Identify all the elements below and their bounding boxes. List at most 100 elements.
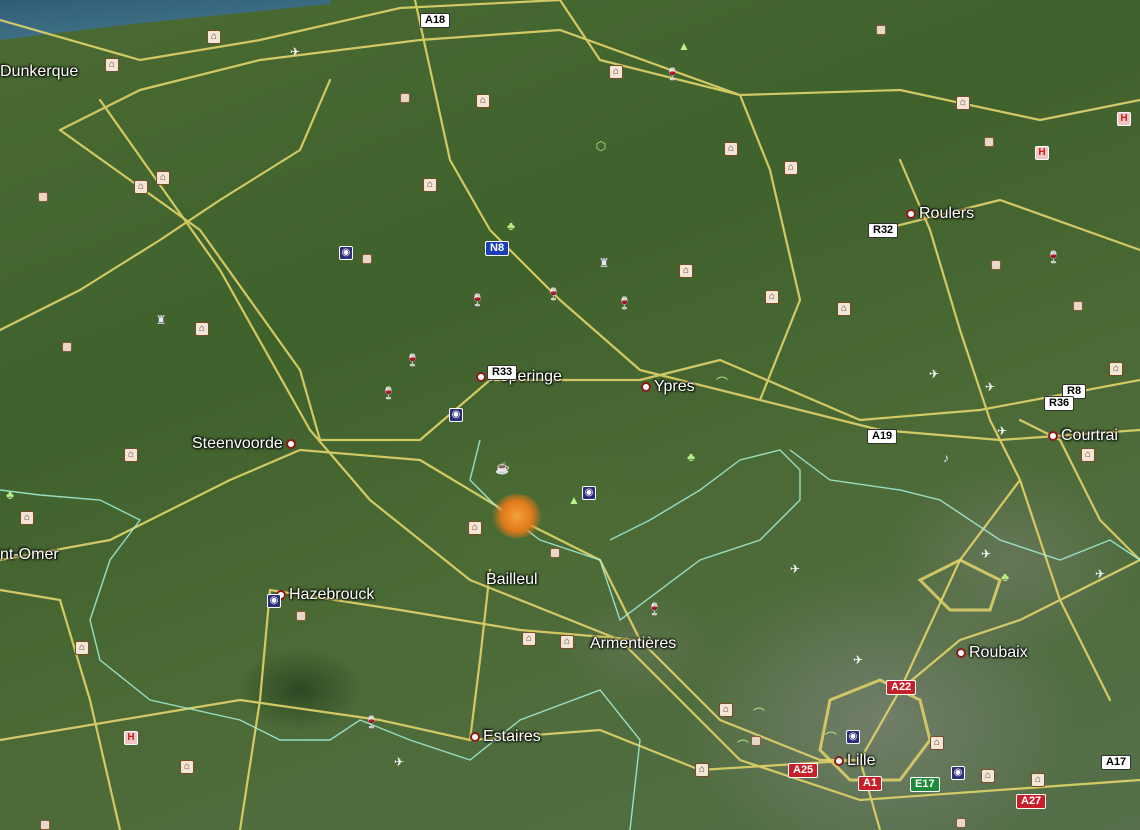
hospital-icon[interactable]: H (124, 731, 138, 745)
park-icon[interactable]: ⌒ (737, 740, 749, 752)
wine-glass-icon[interactable]: 🍷 (405, 354, 420, 366)
airport-icon[interactable]: ✈ (789, 563, 801, 575)
museum-icon[interactable]: ⌂ (765, 290, 779, 304)
wine-glass-icon[interactable]: 🍷 (546, 288, 561, 300)
water-outline-icon[interactable]: ⬡ (595, 140, 607, 152)
city-label-steenvoorde[interactable]: Steenvoorde (192, 435, 296, 453)
museum-icon[interactable]: ⌂ (1109, 362, 1123, 376)
wine-glass-icon[interactable]: 🍷 (470, 294, 485, 306)
museum-icon[interactable]: ⌂ (180, 760, 194, 774)
road-shield-e17[interactable]: E17 (910, 777, 940, 792)
airport-icon[interactable]: ✈ (984, 381, 996, 393)
hospital-icon[interactable]: H (1117, 112, 1131, 126)
museum-icon[interactable]: ⌂ (124, 448, 138, 462)
city-label-dunkerque[interactable]: Dunkerque (0, 63, 78, 81)
museum-icon[interactable]: ⌂ (468, 521, 482, 535)
poi-icon[interactable] (362, 254, 372, 264)
airport-icon[interactable]: ✈ (996, 425, 1008, 437)
poi-icon[interactable] (38, 192, 48, 202)
poi-icon[interactable] (550, 548, 560, 558)
airport-icon[interactable]: ✈ (852, 654, 864, 666)
road-shield-a25[interactable]: A25 (788, 763, 819, 778)
museum-icon[interactable]: ⌂ (207, 30, 221, 44)
museum-icon[interactable]: ⌂ (784, 161, 798, 175)
museum-icon[interactable]: ⌂ (195, 322, 209, 336)
airport-icon[interactable]: ✈ (928, 368, 940, 380)
park-icon[interactable]: ♣ (999, 571, 1011, 583)
museum-icon[interactable]: ⌂ (560, 635, 574, 649)
poi-icon[interactable] (1073, 301, 1083, 311)
poi-icon[interactable] (984, 137, 994, 147)
museum-icon[interactable]: ⌂ (930, 736, 944, 750)
park-icon[interactable]: ♣ (685, 451, 697, 463)
road-shield-a19[interactable]: A19 (867, 429, 898, 444)
road-shield-n8[interactable]: N8 (485, 241, 510, 256)
park-icon[interactable]: ▲ (568, 494, 580, 506)
poi-icon[interactable] (40, 820, 50, 830)
poi-icon[interactable] (956, 818, 966, 828)
airport-icon[interactable]: ✈ (980, 548, 992, 560)
park-icon[interactable]: ♣ (505, 220, 517, 232)
incident-marker[interactable] (492, 494, 542, 538)
wine-glass-icon[interactable]: 🍷 (1046, 251, 1061, 263)
poi-icon[interactable] (400, 93, 410, 103)
museum-icon[interactable]: ⌂ (134, 180, 148, 194)
cafe-icon[interactable]: ☕ (495, 462, 510, 474)
monument-icon[interactable]: ♜ (155, 314, 167, 326)
road-shield-a1[interactable]: A1 (858, 776, 883, 791)
museum-icon[interactable]: ⌂ (75, 641, 89, 655)
poi-icon[interactable] (751, 736, 761, 746)
city-label-armentieres[interactable]: Armentières (590, 635, 676, 653)
music-icon[interactable]: ♪ (940, 452, 952, 464)
city-label-bailleul[interactable]: Bailleul (486, 571, 538, 589)
airport-icon[interactable]: ✈ (393, 756, 405, 768)
museum-icon[interactable]: ⌂ (476, 94, 490, 108)
camera-icon[interactable]: ◉ (582, 486, 596, 500)
road-shield-r36[interactable]: R36 (1044, 396, 1075, 411)
museum-icon[interactable]: ⌂ (1031, 773, 1045, 787)
wine-glass-icon[interactable]: 🍷 (617, 297, 632, 309)
hospital-icon[interactable]: H (1035, 146, 1049, 160)
city-label-ypres[interactable]: Ypres (641, 378, 695, 396)
wine-glass-icon[interactable]: 🍷 (381, 387, 396, 399)
city-label-roubaix[interactable]: Roubaix (956, 644, 1028, 662)
museum-icon[interactable]: ⌂ (20, 511, 34, 525)
city-label-courtrai[interactable]: Courtrai (1048, 427, 1118, 445)
park-icon[interactable]: ⌒ (753, 708, 765, 720)
wine-glass-icon[interactable]: 🍷 (647, 603, 662, 615)
airport-icon[interactable]: ✈ (1094, 568, 1106, 580)
poi-icon[interactable] (62, 342, 72, 352)
city-label-hazebrouck[interactable]: Hazebrouck (276, 586, 374, 604)
camera-icon[interactable]: ◉ (339, 246, 353, 260)
museum-icon[interactable]: ⌂ (837, 302, 851, 316)
museum-icon[interactable]: ⌂ (956, 96, 970, 110)
satellite-map[interactable]: Dunkerque Poperinge Ypres Roulers Steenv… (0, 0, 1140, 830)
road-shield-a27[interactable]: A27 (1016, 794, 1047, 809)
museum-icon[interactable]: ⌂ (695, 763, 709, 777)
museum-icon[interactable]: ⌂ (679, 264, 693, 278)
museum-icon[interactable]: ⌂ (1081, 448, 1095, 462)
camera-icon[interactable]: ◉ (449, 408, 463, 422)
city-label-lille[interactable]: Lille (834, 752, 875, 770)
poi-icon[interactable] (296, 611, 306, 621)
road-shield-a22[interactable]: A22 (886, 680, 917, 695)
road-shield-a17[interactable]: A17 (1101, 755, 1132, 770)
city-label-saint-omer[interactable]: nt-Omer (0, 546, 59, 564)
museum-icon[interactable]: ⌂ (423, 178, 437, 192)
poi-icon[interactable] (991, 260, 1001, 270)
park-icon[interactable]: ⌒ (716, 377, 728, 389)
park-icon[interactable]: ⌒ (825, 732, 837, 744)
road-shield-r33[interactable]: R33 (487, 365, 518, 380)
museum-icon[interactable]: ⌂ (522, 632, 536, 646)
monument-icon[interactable]: ♜ (598, 257, 610, 269)
museum-icon[interactable]: ⌂ (105, 58, 119, 72)
airport-icon[interactable]: ✈ (289, 46, 301, 58)
city-label-estaires[interactable]: Estaires (470, 728, 541, 746)
poi-icon[interactable] (876, 25, 886, 35)
camera-icon[interactable]: ◉ (846, 730, 860, 744)
museum-icon[interactable]: ⌂ (609, 65, 623, 79)
city-label-roulers[interactable]: Roulers (906, 205, 974, 223)
camera-icon[interactable]: ◉ (951, 766, 965, 780)
wine-glass-icon[interactable]: 🍷 (364, 716, 379, 728)
park-icon[interactable]: ▲ (678, 40, 690, 52)
